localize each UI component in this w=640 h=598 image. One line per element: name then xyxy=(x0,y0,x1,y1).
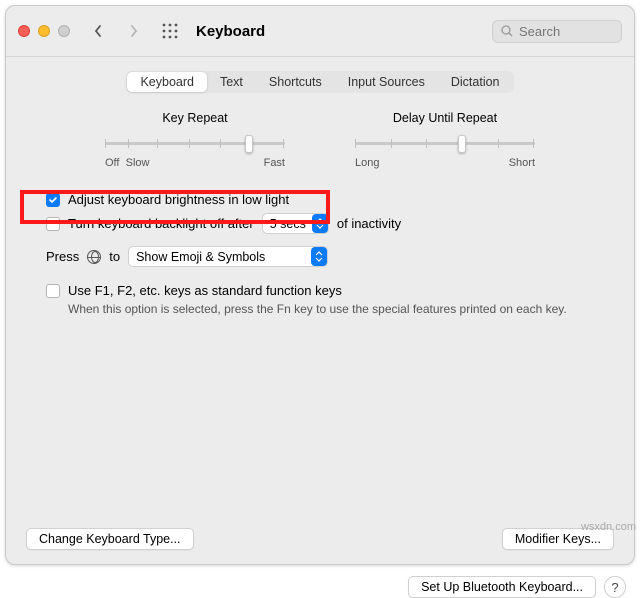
zoom-window-button xyxy=(58,25,70,37)
delay-repeat-slider[interactable] xyxy=(355,133,535,153)
backlight-duration-select[interactable]: 5 secs xyxy=(262,213,329,234)
window-title: Keyboard xyxy=(196,23,265,40)
tab-shortcuts[interactable]: Shortcuts xyxy=(256,72,335,92)
help-button[interactable]: ? xyxy=(604,576,626,598)
search-field[interactable] xyxy=(492,20,622,43)
search-input[interactable] xyxy=(519,24,609,39)
preferences-window: Keyboard Keyboard Text Shortcuts Input S… xyxy=(5,5,635,565)
backlight-off-row: Turn keyboard backlight off after 5 secs… xyxy=(26,210,614,237)
key-repeat-label: Key Repeat xyxy=(105,111,285,125)
key-repeat-slider[interactable] xyxy=(105,133,285,153)
back-button[interactable] xyxy=(84,19,112,43)
minimize-window-button[interactable] xyxy=(38,25,50,37)
stepper-icon xyxy=(312,214,328,233)
backlight-off-checkbox[interactable] xyxy=(46,217,60,231)
change-keyboard-type-button[interactable]: Change Keyboard Type... xyxy=(26,528,194,550)
press-globe-row: Press to Show Emoji & Symbols xyxy=(26,243,614,270)
backlight-duration-value: 5 secs xyxy=(270,217,306,231)
delay-repeat-label: Delay Until Repeat xyxy=(355,111,535,125)
press-label: Press xyxy=(46,249,79,264)
tab-bar: Keyboard Text Shortcuts Input Sources Di… xyxy=(126,71,513,93)
tab-dictation[interactable]: Dictation xyxy=(438,72,513,92)
key-repeat-off: Off xyxy=(105,157,119,169)
content-area: Keyboard Text Shortcuts Input Sources Di… xyxy=(6,57,634,564)
adjust-brightness-row: Adjust keyboard brightness in low light xyxy=(26,189,614,210)
globe-icon xyxy=(87,250,101,264)
toolbar: Keyboard xyxy=(6,6,634,56)
footer-row: Set Up Bluetooth Keyboard... ? xyxy=(0,570,640,598)
key-repeat-block: Key Repeat Off Slow Fast xyxy=(105,111,285,169)
window-controls xyxy=(18,25,70,37)
key-repeat-slow: Slow xyxy=(126,157,150,169)
close-window-button[interactable] xyxy=(18,25,30,37)
search-icon xyxy=(501,25,513,37)
forward-button xyxy=(120,19,148,43)
backlight-off-pre: Turn keyboard backlight off after xyxy=(68,216,254,231)
delay-short: Short xyxy=(509,157,535,169)
setup-bluetooth-button[interactable]: Set Up Bluetooth Keyboard... xyxy=(408,576,596,598)
key-repeat-fast: Fast xyxy=(264,157,285,169)
sliders-row: Key Repeat Off Slow Fast Delay Until Rep… xyxy=(56,111,584,169)
tab-input-sources[interactable]: Input Sources xyxy=(335,72,438,92)
to-label: to xyxy=(109,249,120,264)
stepper-icon xyxy=(311,247,327,266)
backlight-off-post: of inactivity xyxy=(337,216,401,231)
tab-text[interactable]: Text xyxy=(207,72,256,92)
bottom-buttons: Change Keyboard Type... Modifier Keys... xyxy=(26,528,614,550)
fn-keys-help: When this option is selected, press the … xyxy=(26,301,614,323)
adjust-brightness-checkbox[interactable] xyxy=(46,193,60,207)
delay-repeat-block: Delay Until Repeat Long Short xyxy=(355,111,535,169)
show-all-icon[interactable] xyxy=(156,19,184,43)
tab-keyboard[interactable]: Keyboard xyxy=(127,72,207,92)
fn-keys-row: Use F1, F2, etc. keys as standard functi… xyxy=(26,280,614,301)
adjust-brightness-label: Adjust keyboard brightness in low light xyxy=(68,192,289,207)
globe-action-select[interactable]: Show Emoji & Symbols xyxy=(128,246,328,267)
globe-action-value: Show Emoji & Symbols xyxy=(136,250,305,264)
watermark: wsxdn.com xyxy=(581,521,636,533)
delay-long: Long xyxy=(355,157,379,169)
fn-keys-checkbox[interactable] xyxy=(46,284,60,298)
fn-keys-label: Use F1, F2, etc. keys as standard functi… xyxy=(68,283,342,298)
